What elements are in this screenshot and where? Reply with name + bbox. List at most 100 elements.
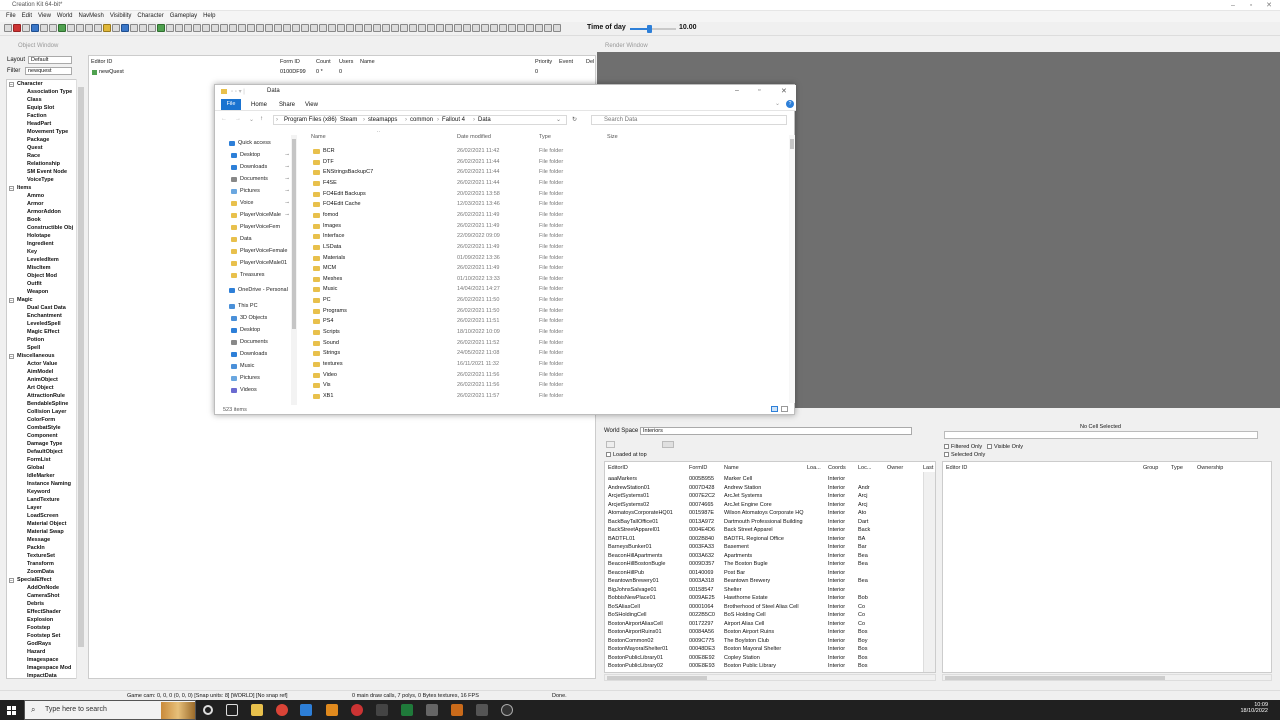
toolbar-tool-26-icon[interactable] <box>229 24 237 32</box>
pin-icon[interactable]: ⊸ <box>285 200 289 206</box>
cell-list[interactable]: EditorID FormID Name Loa... Coords Loc... Owne… <box>604 461 936 673</box>
menu-edit[interactable]: Edit <box>22 11 32 22</box>
tree-item[interactable]: Relationship <box>27 161 60 167</box>
explorer-nav-pane[interactable]: Quick access Desktop ⊸ Downloads ⊸ Documents ⊸… <box>215 135 297 402</box>
toolbar-tool-58-icon[interactable] <box>517 24 525 32</box>
tree-scrollbar[interactable] <box>76 79 84 679</box>
tree-item[interactable]: Debris <box>27 601 44 607</box>
toolbar-tool-27-icon[interactable] <box>238 24 246 32</box>
nav-item[interactable]: PlayerVoiceMale <box>240 212 281 218</box>
tree-item[interactable]: AttractionRule <box>27 393 65 399</box>
toolbar-tool-37-icon[interactable] <box>328 24 336 32</box>
file-list-header[interactable]: Type <box>539 134 551 140</box>
tree-item[interactable]: ColorForm <box>27 417 55 423</box>
up-icon[interactable]: ↑ <box>260 116 263 122</box>
back-icon[interactable]: ← <box>221 116 227 122</box>
menu-help[interactable]: Help <box>203 11 215 22</box>
tree-item[interactable]: IdleMarker <box>27 473 55 479</box>
toolbar-tool-21-icon[interactable] <box>184 24 192 32</box>
explorer-maximize-icon[interactable]: ▫ <box>758 87 760 94</box>
tree-category[interactable]: Character <box>17 81 43 87</box>
nav-item[interactable]: PlayerVoiceMale01 <box>240 260 287 266</box>
address-segment[interactable]: Data <box>478 117 491 123</box>
filtered-only-checkbox[interactable] <box>944 444 949 449</box>
object-list-header[interactable]: Event <box>559 59 573 65</box>
cell-list-cell[interactable]: BobbisNewPlace01 <box>608 595 656 601</box>
menu-view[interactable]: View <box>38 11 51 22</box>
file-list-scroll-thumb[interactable] <box>790 139 794 149</box>
file-explorer-taskbar-icon[interactable] <box>251 704 263 716</box>
toolbar-tool-61-icon[interactable] <box>544 24 552 32</box>
nav-item[interactable]: This PC <box>238 303 258 309</box>
quick-access-toolbar[interactable]: ▫ ▫ ▾ | <box>231 88 245 95</box>
toolbar-tool-38-icon[interactable] <box>337 24 345 32</box>
vscode-icon[interactable] <box>300 704 312 716</box>
app-icon-orange[interactable] <box>326 704 338 716</box>
toolbar-tool-41-icon[interactable] <box>364 24 372 32</box>
tree-item[interactable]: LeveledItem <box>27 257 59 263</box>
excel-icon[interactable] <box>401 704 413 716</box>
app-icon-dark[interactable] <box>376 704 388 716</box>
tree-item[interactable]: LeveledSpell <box>27 321 61 327</box>
large-icons-view-icon[interactable] <box>781 406 788 412</box>
cell-list-cell[interactable]: BoSAliasCell <box>608 604 640 610</box>
nav-item[interactable]: Desktop <box>240 327 260 333</box>
tree-item[interactable]: CameraShot <box>27 593 59 599</box>
address-dropdown-icon[interactable]: ⌄ <box>556 116 561 123</box>
pin-icon[interactable]: ⊸ <box>285 152 289 158</box>
tree-item[interactable]: BendableSpline <box>27 401 68 407</box>
toolbar-tool-44-icon[interactable] <box>391 24 399 32</box>
toolbar-tool-19-icon[interactable] <box>166 24 174 32</box>
tree-item[interactable]: Instance Naming <box>27 481 71 487</box>
cell-list-vscroll[interactable] <box>923 472 935 672</box>
toolbar-tool-49-icon[interactable] <box>436 24 444 32</box>
explorer-close-icon[interactable]: ✕ <box>781 87 787 95</box>
file-name[interactable]: Meshes <box>323 276 342 282</box>
tree-item[interactable]: Material Object <box>27 521 66 527</box>
object-list-header[interactable]: Del <box>586 59 594 65</box>
cell-list-header[interactable]: EditorID <box>608 465 628 471</box>
file-name[interactable]: MCM <box>323 265 336 271</box>
close-icon[interactable]: ✕ <box>1260 0 1278 11</box>
tree-item[interactable]: Movement Type <box>27 129 68 135</box>
cell-list-cell[interactable]: BeaconHillPub <box>608 570 644 576</box>
toolbar-tool-57-icon[interactable] <box>508 24 516 32</box>
tree-item[interactable]: Ingredient <box>27 241 54 247</box>
tree-item[interactable]: Dual Cast Data <box>27 305 66 311</box>
tree-item[interactable]: Layer <box>27 505 42 511</box>
file-name[interactable]: DTF <box>323 159 334 165</box>
loaded-at-top-checkbox[interactable] <box>606 452 611 457</box>
file-name[interactable]: Programs <box>323 308 347 314</box>
tree-item[interactable]: Potion <box>27 337 44 343</box>
object-list-header[interactable]: Priority <box>535 59 552 65</box>
file-name[interactable]: Video <box>323 372 337 378</box>
tree-item[interactable]: Art Object <box>27 385 54 391</box>
address-segment[interactable]: Program Files (x86) <box>284 117 337 123</box>
tree-item[interactable]: CombatStyle <box>27 425 61 431</box>
toolbar-tool-53-icon[interactable] <box>472 24 480 32</box>
file-name[interactable]: F4SE <box>323 180 337 186</box>
tree-item[interactable]: Ammo <box>27 193 44 199</box>
tree-item[interactable]: MiscItem <box>27 265 51 271</box>
ref-list-hscroll-thumb[interactable] <box>945 676 1165 680</box>
cell-list-hscroll-thumb[interactable] <box>607 676 707 680</box>
nav-item[interactable]: Voice <box>240 200 253 206</box>
cell-list-cell[interactable]: BigJohnsSalvage01 <box>608 587 657 593</box>
maximize-icon[interactable]: ▫ <box>1242 0 1260 11</box>
address-segment[interactable]: steamapps <box>368 117 397 123</box>
tree-item[interactable]: Constructible Obj <box>27 225 73 231</box>
toolbar-tool-8-icon[interactable] <box>67 24 75 32</box>
file-name[interactable]: ENStringsBackupC7 <box>323 169 373 175</box>
toolbar-tool-55-icon[interactable] <box>490 24 498 32</box>
tree-item[interactable]: Weapon <box>27 289 48 295</box>
tree-item[interactable]: Hazard <box>27 649 45 655</box>
tree-item[interactable]: Footstep <box>27 625 50 631</box>
tree-item[interactable]: Footstep Set <box>27 633 60 639</box>
tree-item[interactable]: AddOnNode <box>27 585 59 591</box>
refresh-icon[interactable]: ↻ <box>572 116 577 123</box>
toolbar-tool-1-icon[interactable] <box>4 24 12 32</box>
tree-item[interactable]: Quest <box>27 145 43 151</box>
menu-visibility[interactable]: Visibility <box>110 11 132 22</box>
tree-category[interactable]: Items <box>17 185 31 191</box>
tree-item[interactable]: Material Swap <box>27 529 64 535</box>
